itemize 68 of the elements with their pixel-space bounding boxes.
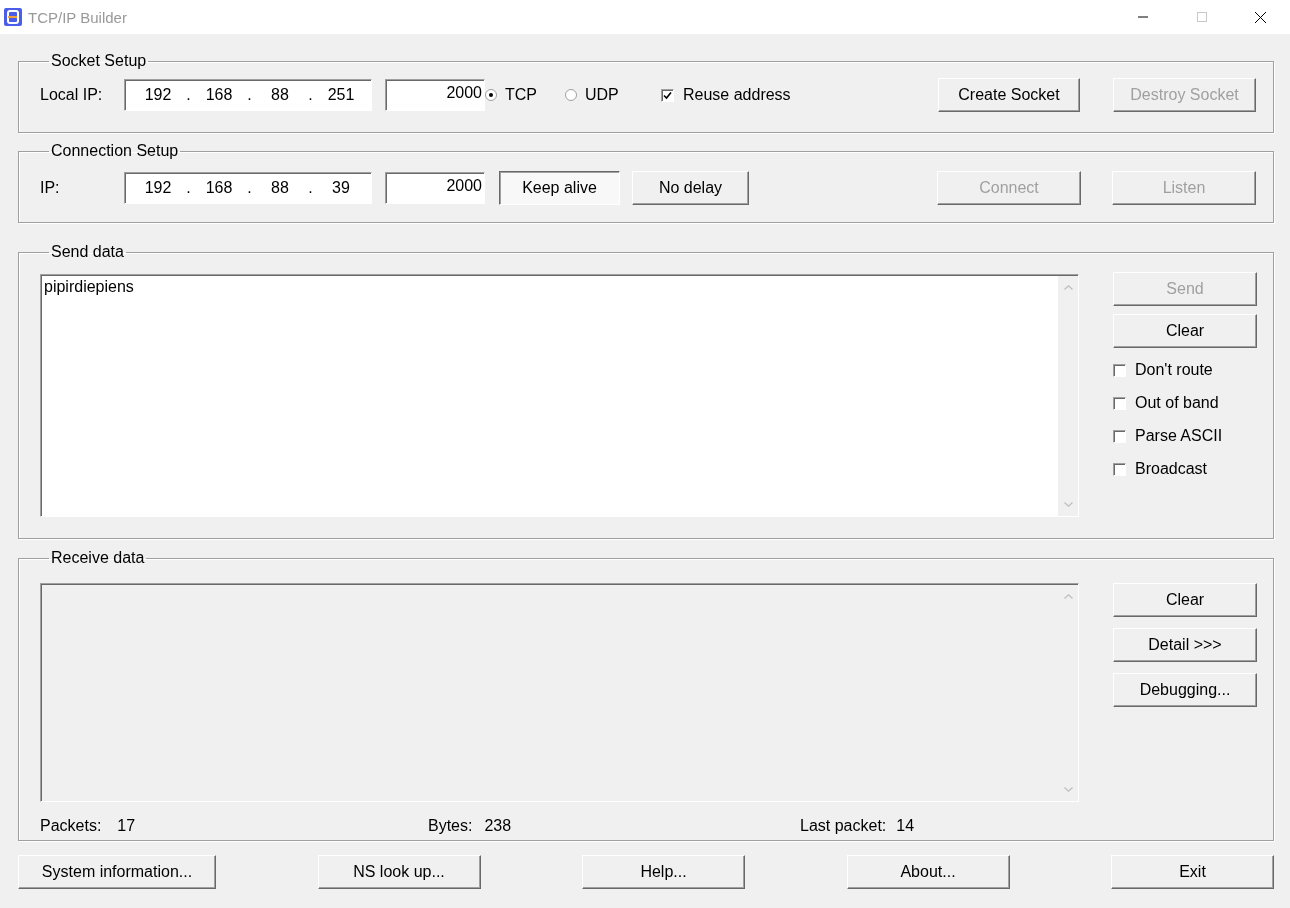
ip-separator: . (246, 86, 253, 104)
stat-value: 17 (117, 817, 136, 835)
field-label: Local IP: (40, 86, 104, 104)
port-field[interactable]: 2000 (385, 172, 485, 204)
help-button[interactable]: Help... (582, 855, 745, 889)
stat-label: Last packet: (800, 817, 887, 835)
scrollbar[interactable] (1058, 276, 1078, 516)
radio-label: UDP (585, 86, 619, 104)
checkbox-label: Don't route (1135, 361, 1213, 379)
ip-separator: . (307, 86, 314, 104)
group-title: Send data (50, 243, 125, 261)
about-button[interactable]: About... (846, 855, 1010, 889)
ip-octet: 168 (204, 86, 234, 104)
detail-button[interactable]: Detail >>> (1113, 628, 1257, 662)
down-caret-icon (1063, 502, 1073, 507)
window-title: TCP/IP Builder (28, 8, 127, 26)
maximize-icon (1196, 12, 1207, 22)
checkbox-label: Parse ASCII (1135, 427, 1223, 445)
checkbox[interactable] (1113, 462, 1126, 476)
stat-label: Bytes: (428, 817, 473, 835)
debugging-button[interactable]: Debugging... (1113, 673, 1257, 707)
create-socket-button[interactable]: Create Socket (938, 78, 1080, 112)
ip-separator: . (185, 86, 192, 104)
ip-separator: . (246, 179, 253, 197)
up-caret-icon (1063, 285, 1073, 290)
stat-label: Packets: (40, 817, 102, 835)
stat-value: 14 (896, 817, 915, 835)
port-field[interactable]: 2000 (385, 79, 485, 111)
radio-button[interactable] (565, 89, 577, 101)
up-caret-icon (1063, 594, 1073, 599)
field-label: IP: (40, 179, 61, 197)
clear-button[interactable]: Clear (1113, 583, 1257, 617)
text-content: pipirdiepiens (44, 278, 134, 295)
ip-address-field[interactable]: 192 . 168 . 88 . 251 (124, 79, 372, 111)
close-icon (1255, 11, 1266, 23)
toggle-button[interactable]: Keep alive (499, 171, 620, 205)
checkbox[interactable] (1113, 429, 1126, 443)
ip-octet: 88 (270, 179, 290, 197)
radio-label: TCP (505, 86, 537, 104)
clear-button[interactable]: Clear (1113, 314, 1257, 348)
checkbox-label: Broadcast (1135, 460, 1208, 478)
ip-octet: 39 (331, 179, 351, 197)
ip-octet: 251 (326, 86, 356, 104)
toggle-button[interactable]: No delay (632, 171, 749, 205)
checkbox[interactable] (661, 88, 674, 102)
ip-octet: 88 (270, 86, 290, 104)
app-icon (4, 8, 22, 26)
ip-address-field[interactable]: 192 . 168 . 88 . 39 (124, 172, 372, 204)
checkbox-label: Out of band (1135, 394, 1219, 412)
ip-separator: . (307, 179, 314, 197)
check-icon (663, 90, 672, 100)
down-caret-icon (1063, 787, 1073, 792)
system-information-button[interactable]: System information... (18, 855, 216, 889)
ip-octet: 168 (204, 179, 234, 197)
group-title: Connection Setup (50, 142, 180, 160)
group-title: Receive data (50, 549, 146, 567)
checkbox-label: Reuse address (683, 86, 791, 104)
ip-octet: 192 (143, 179, 173, 197)
stat-value: 238 (484, 817, 512, 835)
radio-button[interactable] (485, 89, 497, 101)
ip-separator: . (185, 179, 192, 197)
group-title: Socket Setup (50, 52, 148, 70)
exit-button[interactable]: Exit (1111, 855, 1274, 889)
send-text-area[interactable]: pipirdiepiens (40, 274, 1079, 517)
checkbox[interactable] (1113, 363, 1126, 377)
checkbox[interactable] (1113, 396, 1126, 410)
ns-lookup-button[interactable]: NS look up... (317, 855, 481, 889)
ip-octet: 192 (143, 86, 173, 104)
